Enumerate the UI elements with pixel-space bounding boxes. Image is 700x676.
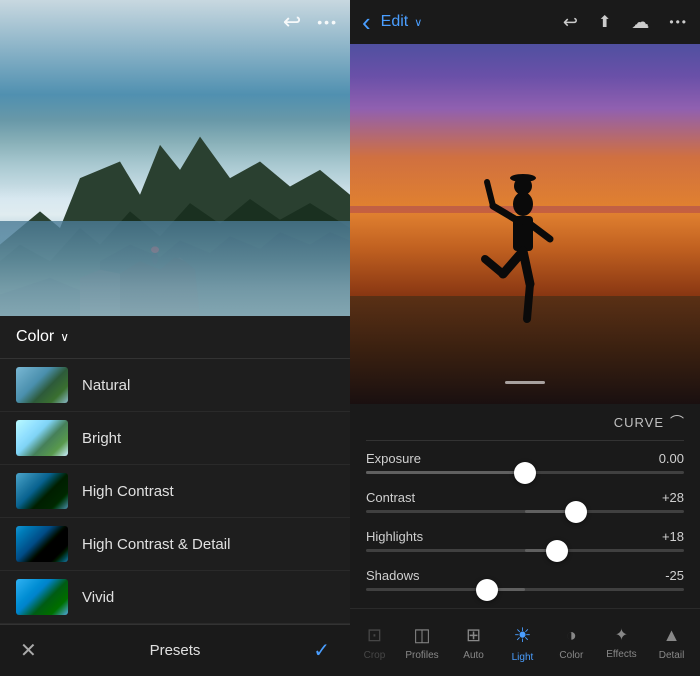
shadows-value: -25 — [665, 568, 684, 583]
bottom-nav: ⊡ Crop ◫ Profiles ⊞ Auto ☀ Light ◑ Color… — [350, 608, 700, 676]
exposure-fill — [366, 471, 525, 474]
preset-list: Natural Bright High Contrast High Contra… — [0, 359, 350, 624]
left-toolbar: ↩ ••• — [0, 0, 350, 44]
back-icon[interactable]: ‹ — [362, 7, 371, 38]
highlights-value: +18 — [662, 529, 684, 544]
more-icon-right[interactable]: ••• — [669, 15, 688, 29]
slider-exposure: Exposure 0.00 — [366, 445, 684, 484]
presets-chevron-icon[interactable]: ∨ — [60, 330, 69, 344]
profiles-label: Profiles — [405, 650, 438, 661]
shadows-label: Shadows — [366, 568, 419, 583]
right-panel: ‹ Edit ∨ ↩ ⬆ ☁ ••• — [350, 0, 700, 676]
shadows-track[interactable] — [366, 588, 684, 591]
edit-chevron-icon: ∨ — [414, 16, 422, 29]
left-panel: ↩ ••• Color ∨ Natural Bright High Contra… — [0, 0, 350, 676]
nav-item-effects[interactable]: ✦ Effects — [598, 621, 644, 664]
share-icon[interactable]: ⬆ — [598, 12, 611, 32]
edit-label: Edit — [381, 13, 409, 31]
effects-label: Effects — [606, 649, 636, 660]
person-silhouette-svg — [475, 164, 575, 344]
color-icon: ◑ — [566, 625, 577, 646]
undo-icon[interactable]: ↩ — [283, 9, 301, 35]
check-icon[interactable]: ✓ — [313, 638, 330, 663]
detail-label: Detail — [659, 650, 685, 661]
contrast-track[interactable] — [366, 510, 684, 513]
highlights-thumb[interactable] — [546, 540, 568, 562]
detail-icon: ▲ — [663, 625, 681, 646]
nav-item-color[interactable]: ◑ Color — [549, 621, 593, 665]
left-photo: ↩ ••• — [0, 0, 350, 316]
preset-thumb-vivid — [16, 579, 68, 615]
color-label: Color — [559, 650, 583, 661]
preset-name-vivid: Vivid — [82, 589, 114, 606]
highlights-label: Highlights — [366, 529, 423, 544]
presets-bottom-bar: ✕ Presets ✓ — [0, 624, 350, 676]
light-label: Light — [512, 652, 534, 663]
exposure-value: 0.00 — [659, 451, 684, 466]
right-photo — [350, 44, 700, 404]
crop-label: Crop — [364, 650, 386, 661]
presets-label: Presets — [150, 642, 201, 659]
photo-indicator — [505, 381, 545, 384]
presets-panel: Color ∨ Natural Bright High Contrast Hig… — [0, 316, 350, 676]
nav-item-profiles[interactable]: ◫ Profiles — [397, 621, 446, 665]
curve-header: CURVE ⌒ — [366, 404, 684, 441]
preset-item-hcdetail[interactable]: High Contrast & Detail — [0, 518, 350, 571]
adjustments-panel: CURVE ⌒ Exposure 0.00 Contrast +28 — [350, 404, 700, 608]
preset-name-bright: Bright — [82, 430, 121, 447]
nav-item-crop[interactable]: ⊡ Crop — [356, 621, 392, 665]
curve-label: CURVE — [614, 415, 664, 430]
preset-thumb-hcdetail — [16, 526, 68, 562]
preset-item-natural[interactable]: Natural — [0, 359, 350, 412]
preset-item-highcontrast[interactable]: High Contrast — [0, 465, 350, 518]
nav-item-light[interactable]: ☀ Light — [500, 619, 544, 667]
slider-shadows: Shadows -25 — [366, 562, 684, 601]
light-icon: ☀ — [514, 623, 532, 648]
slider-highlights: Highlights +18 — [366, 523, 684, 562]
preset-name-natural: Natural — [82, 377, 130, 394]
close-icon[interactable]: ✕ — [20, 638, 37, 663]
exposure-track[interactable] — [366, 471, 684, 474]
slider-contrast: Contrast +28 — [366, 484, 684, 523]
nav-item-detail[interactable]: ▲ Detail — [650, 621, 694, 665]
preset-thumb-bright — [16, 420, 68, 456]
curve-icon[interactable]: ⌒ — [670, 412, 684, 432]
mountain-svg — [0, 95, 350, 316]
undo-icon-right[interactable]: ↩ — [563, 12, 578, 33]
exposure-label: Exposure — [366, 451, 421, 466]
preset-name-hcdetail: High Contrast & Detail — [82, 536, 230, 553]
auto-icon: ⊞ — [466, 625, 481, 646]
more-icon[interactable]: ••• — [317, 14, 338, 30]
right-top-bar: ‹ Edit ∨ ↩ ⬆ ☁ ••• — [350, 0, 700, 44]
exposure-thumb[interactable] — [514, 462, 536, 484]
preset-thumb-natural — [16, 367, 68, 403]
nav-item-auto[interactable]: ⊞ Auto — [452, 621, 496, 665]
profiles-icon: ◫ — [414, 625, 431, 646]
effects-icon: ✦ — [615, 625, 628, 645]
cloud-icon[interactable]: ☁ — [631, 12, 649, 33]
right-top-right: ↩ ⬆ ☁ ••• — [563, 12, 688, 33]
auto-label: Auto — [463, 650, 484, 661]
crop-icon: ⊡ — [367, 625, 382, 646]
presets-header: Color ∨ — [0, 316, 350, 359]
highlights-track[interactable] — [366, 549, 684, 552]
preset-thumb-highcontrast — [16, 473, 68, 509]
preset-item-vivid[interactable]: Vivid — [0, 571, 350, 624]
contrast-label: Contrast — [366, 490, 415, 505]
right-top-left: ‹ Edit ∨ — [362, 7, 422, 38]
preset-name-highcontrast: High Contrast — [82, 483, 174, 500]
presets-title: Color — [16, 328, 54, 346]
preset-item-bright[interactable]: Bright — [0, 412, 350, 465]
contrast-value: +28 — [662, 490, 684, 505]
shadows-thumb[interactable] — [476, 579, 498, 601]
contrast-thumb[interactable] — [565, 501, 587, 523]
